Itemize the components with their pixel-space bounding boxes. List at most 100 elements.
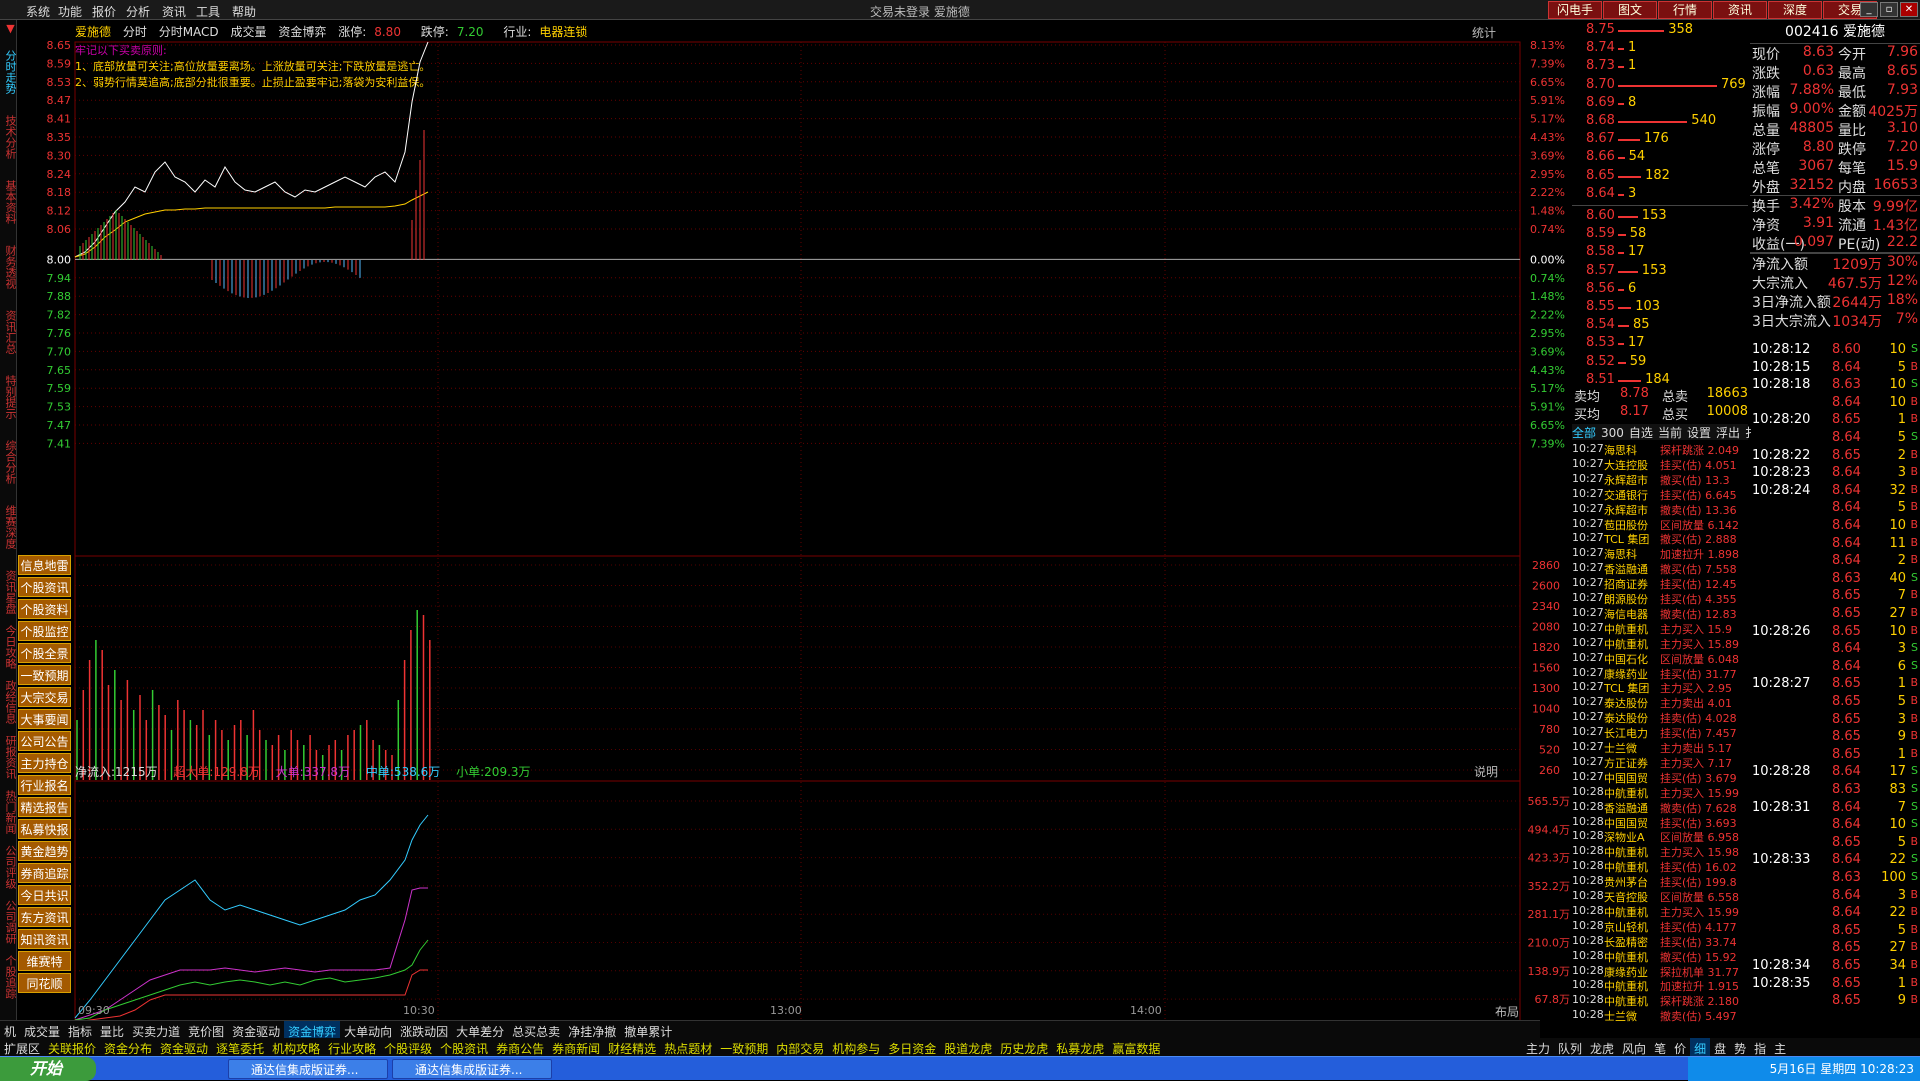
- radar-row[interactable]: 10:27 TCL 集团 撤买(估) 2.888: [1572, 531, 1748, 546]
- close-icon[interactable]: ✕: [1900, 2, 1918, 17]
- radar-row[interactable]: 10:27 士兰微 主力卖出 5.17: [1572, 740, 1748, 755]
- tick-row: 8.64 3 B: [1750, 888, 1920, 906]
- buy-level[interactable]: 8.58 17: [1572, 244, 1748, 262]
- radar-row[interactable]: 10:28 中航重机 主力买入 15.99: [1572, 904, 1748, 919]
- radar-row[interactable]: 10:27 方正证券 主力买入 7.17: [1572, 755, 1748, 770]
- radar-row[interactable]: 10:27 海信电器 撤卖(估) 12.83: [1572, 606, 1748, 621]
- buy-level[interactable]: 8.54 85: [1572, 317, 1748, 335]
- radar-row[interactable]: 10:27 大连控股 挂买(估) 4.051: [1572, 457, 1748, 472]
- radar-row[interactable]: 10:27 招商证券 挂买(估) 12.45: [1572, 576, 1748, 591]
- restore-icon[interactable]: ▫: [1880, 2, 1898, 17]
- radar-row[interactable]: 10:27 中国石化 区间放量 6.048: [1572, 651, 1748, 666]
- radar-row[interactable]: 10:27 中航重机 主力买入 15.9: [1572, 621, 1748, 636]
- sell-level[interactable]: 8.68 540: [1572, 113, 1748, 131]
- radar-row[interactable]: 10:28 中航重机 挂买(估) 16.02: [1572, 859, 1748, 874]
- layout-button[interactable]: 布局: [1495, 1003, 1519, 1020]
- radar-row[interactable]: 10:28 中国国贸 挂买(估) 3.693: [1572, 815, 1748, 830]
- radar-row[interactable]: 10:27 交通银行 挂买(估) 6.645: [1572, 487, 1748, 502]
- tick-row: 8.63 83 S: [1750, 782, 1920, 800]
- radar-row[interactable]: 10:28 深物业A 区间放量 6.958: [1572, 829, 1748, 844]
- menu-analysis[interactable]: 分析: [126, 3, 150, 20]
- radar-row[interactable]: 10:27 朗源股份 挂买(估) 4.355: [1572, 591, 1748, 606]
- sell-level[interactable]: 8.74 1: [1572, 40, 1748, 58]
- buy-level[interactable]: 8.60 153: [1572, 208, 1748, 226]
- radar-filter-tab[interactable]: 全部: [1572, 426, 1596, 440]
- radar-row[interactable]: 10:28 长盈精密 挂买(估) 33.74: [1572, 934, 1748, 949]
- sell-level[interactable]: 8.75 358: [1572, 22, 1748, 40]
- buy-level[interactable]: 8.56 6: [1572, 281, 1748, 299]
- news-button[interactable]: 资讯: [1713, 1, 1767, 19]
- radar-action: 区间放量 6.958: [1660, 831, 1739, 845]
- radar-row[interactable]: 10:28 士兰微 撤卖(估) 5.497: [1572, 1008, 1748, 1023]
- buy-level[interactable]: 8.55 103: [1572, 299, 1748, 317]
- radar-row[interactable]: 10:28 中航重机 主力买入 15.98: [1572, 844, 1748, 859]
- menu-news[interactable]: 资讯: [162, 3, 186, 20]
- radar-filter-tab[interactable]: 当前: [1658, 426, 1682, 440]
- radar-time: 10:27: [1572, 516, 1604, 530]
- sell-level[interactable]: 8.66 54: [1572, 149, 1748, 167]
- minimize-icon[interactable]: _: [1860, 2, 1878, 17]
- radar-stock: 深物业A: [1604, 831, 1645, 845]
- menu-system[interactable]: 系统: [26, 3, 50, 20]
- buy-level[interactable]: 8.57 153: [1572, 263, 1748, 281]
- start-button[interactable]: 开始: [0, 1057, 96, 1081]
- radar-row[interactable]: 10:28 贵州茅台 挂买(估) 199.8: [1572, 874, 1748, 889]
- pct-tick-label: 2.95%: [1530, 327, 1565, 340]
- radar-stock: 方正证券: [1604, 756, 1648, 770]
- buy-level[interactable]: 8.52 59: [1572, 354, 1748, 372]
- taskbar-item-1[interactable]: 通达信集成版证券...: [228, 1059, 388, 1079]
- buy-level[interactable]: 8.59 58: [1572, 226, 1748, 244]
- radar-row[interactable]: 10:27 泰达股份 主力卖出 4.01: [1572, 695, 1748, 710]
- menu-quote[interactable]: 报价: [92, 3, 116, 20]
- menu-tools[interactable]: 工具: [196, 3, 220, 20]
- radar-row[interactable]: 10:28 香溢融通 撤卖(估) 7.628: [1572, 800, 1748, 815]
- radar-row[interactable]: 10:27 TCL 集团 主力买入 2.95: [1572, 680, 1748, 695]
- menu-help[interactable]: 帮助: [232, 3, 256, 20]
- sell-level[interactable]: 8.64 3: [1572, 186, 1748, 204]
- radar-row[interactable]: 10:27 海思科 探杆跳涨 2.049: [1572, 442, 1748, 457]
- buy-volume-bar: [1618, 379, 1642, 382]
- radar-time: 10:27: [1572, 665, 1604, 679]
- taskbar: 开始 通达信集成版证券... 通达信集成版证券... 5月16日 星期四 10:…: [0, 1056, 1920, 1081]
- quote-panel: 002416 爱施德 现价 8.63 今开 7.96 涨跌 0.63 最高 8.65 涨幅 7.8…: [1750, 20, 1920, 330]
- flash-trade-button[interactable]: 闪电手: [1548, 1, 1602, 19]
- radar-row[interactable]: 10:27 香溢融通 撤买(估) 7.558: [1572, 561, 1748, 576]
- radar-row[interactable]: 10:28 中航重机 探杆跳涨 2.180: [1572, 993, 1748, 1008]
- radar-filter-tab[interactable]: 300: [1601, 426, 1624, 440]
- radar-row[interactable]: 10:27 康缘药业 挂买(估) 31.77: [1572, 666, 1748, 681]
- radar-filter-tab[interactable]: 自选: [1629, 426, 1653, 440]
- radar-row[interactable]: 10:27 泰达股份 挂卖(估) 4.028: [1572, 710, 1748, 725]
- radar-row[interactable]: 10:28 京山轻机 挂买(估) 4.177: [1572, 919, 1748, 934]
- radar-filter-tab[interactable]: 浮出: [1716, 426, 1740, 440]
- radar-row[interactable]: 10:27 中航重机 主力买入 15.89: [1572, 636, 1748, 651]
- radar-row[interactable]: 10:27 中国国贸 挂买(估) 3.679: [1572, 770, 1748, 785]
- buy-level[interactable]: 8.53 17: [1572, 335, 1748, 353]
- sell-level[interactable]: 8.70 769: [1572, 77, 1748, 95]
- sell-level[interactable]: 8.73 1: [1572, 58, 1748, 76]
- intraday-chart[interactable]: 8.65 8.13% 8.59 7.39% 8.53 6.65% 8.47 5.91% 8.41…: [0, 20, 1572, 1020]
- radar-filter-tab[interactable]: 设置: [1687, 426, 1711, 440]
- sell-level[interactable]: 8.65 182: [1572, 168, 1748, 186]
- market-button[interactable]: 行情: [1658, 1, 1712, 19]
- radar-row[interactable]: 10:27 长江电力 挂买(估) 7.457: [1572, 725, 1748, 740]
- taskbar-item-2[interactable]: 通达信集成版证券...: [392, 1059, 552, 1079]
- radar-row[interactable]: 10:28 康缘药业 探拉机单 31.77: [1572, 964, 1748, 979]
- radar-row[interactable]: 10:27 永辉超市 撤卖(估) 13.36: [1572, 502, 1748, 517]
- radar-row[interactable]: 10:28 天音控股 区间放量 6.558: [1572, 889, 1748, 904]
- radar-row[interactable]: 10:27 海思科 加速拉升 1.898: [1572, 546, 1748, 561]
- radar-time: 10:28: [1572, 963, 1604, 977]
- tick-row: 8.64 22 B: [1750, 905, 1920, 923]
- depth-button[interactable]: 深度: [1768, 1, 1822, 19]
- chart-button[interactable]: 图文: [1603, 1, 1657, 19]
- radar-row[interactable]: 10:27 永辉超市 撤买(估) 13.3: [1572, 472, 1748, 487]
- sell-level[interactable]: 8.67 176: [1572, 131, 1748, 149]
- radar-row[interactable]: 10:27 苞田股份 区间放量 6.142: [1572, 517, 1748, 532]
- pct-tick-label: 2.22%: [1530, 186, 1565, 199]
- radar-row[interactable]: 10:28 中航重机 主力买入 15.99: [1572, 785, 1748, 800]
- tick-volume: 3: [1897, 465, 1906, 481]
- radar-row[interactable]: 10:28 中航重机 加速拉升 1.915: [1572, 978, 1748, 993]
- radar-row[interactable]: 10:28 中航重机 撤买(估) 15.92: [1572, 949, 1748, 964]
- sell-level[interactable]: 8.69 8: [1572, 95, 1748, 113]
- explain-button[interactable]: 说明: [1474, 763, 1498, 780]
- menu-function[interactable]: 功能: [58, 3, 82, 20]
